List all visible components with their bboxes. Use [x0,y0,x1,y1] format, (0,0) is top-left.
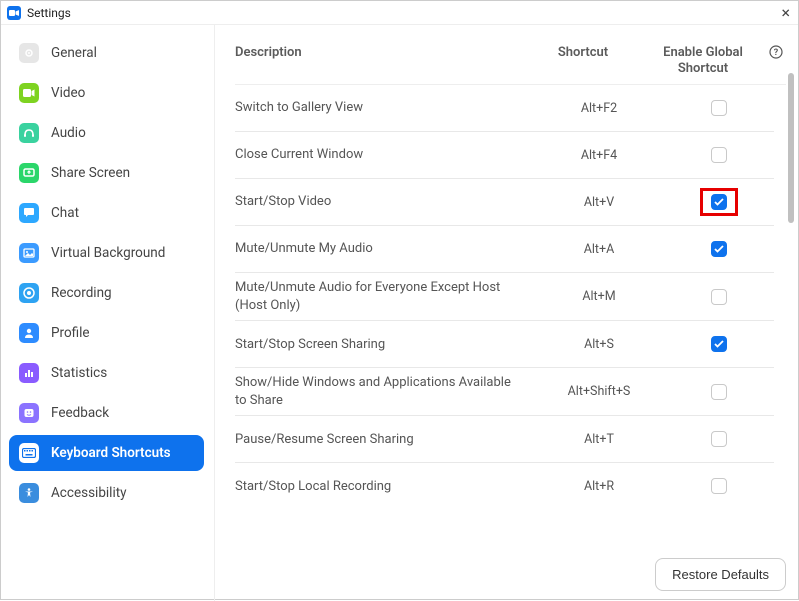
shortcut-description: Start/Stop Screen Sharing [235,336,534,354]
enable-global-checkbox[interactable] [711,241,727,257]
shortcut-description: Pause/Resume Screen Sharing [235,431,534,449]
enable-global-checkbox[interactable] [711,384,727,400]
sidebar-item-label: Chat [51,205,79,221]
footer: Restore Defaults [235,548,786,591]
sidebar-item-feedback[interactable]: Feedback [9,395,204,431]
sidebar: General Video Audio Share Screen Chat Vi… [1,25,215,601]
help-icon[interactable]: ? [766,45,786,59]
shortcut-description: Show/Hide Windows and Applications Avail… [235,374,534,409]
sidebar-item-label: Profile [51,325,90,341]
headphones-icon [19,123,39,143]
titlebar-left: Settings [7,6,71,20]
sidebar-item-label: Feedback [51,405,109,421]
sidebar-item-statistics[interactable]: Statistics [9,355,204,391]
shortcut-row: Mute/Unmute My AudioAlt+A [235,226,774,272]
sidebar-item-label: Video [51,85,85,101]
enable-cell [664,100,774,116]
enable-cell [664,431,774,447]
enable-global-checkbox[interactable] [711,100,727,116]
sidebar-item-share-screen[interactable]: Share Screen [9,155,204,191]
shortcut-key[interactable]: Alt+T [534,432,664,447]
gear-icon [19,43,39,63]
sidebar-item-label: Virtual Background [51,245,165,261]
shortcut-key[interactable]: Alt+R [534,479,664,494]
scrollbar-thumb[interactable] [788,73,794,223]
shortcut-key[interactable]: Alt+S [534,337,664,352]
sidebar-item-video[interactable]: Video [9,75,204,111]
shortcut-key[interactable]: Alt+M [534,289,664,304]
shortcut-description: Start/Stop Local Recording [235,478,534,496]
shortcut-row: Switch to Gallery ViewAlt+F2 [235,85,774,131]
sidebar-item-audio[interactable]: Audio [9,115,204,151]
sidebar-item-label: Audio [51,125,86,141]
sidebar-item-label: Statistics [51,365,107,381]
sidebar-item-label: Recording [51,285,112,301]
shortcut-row: Start/Stop VideoAlt+V [235,179,774,225]
enable-cell [664,289,774,305]
titlebar: Settings × [1,1,798,25]
enable-cell [664,478,774,494]
sidebar-item-label: Share Screen [51,165,130,181]
enable-global-checkbox[interactable] [711,478,727,494]
sidebar-item-keyboard-shortcuts[interactable]: Keyboard Shortcuts [9,435,204,471]
sidebar-item-general[interactable]: General [9,35,204,71]
enable-cell [664,241,774,257]
shortcut-key[interactable]: Alt+V [534,195,664,210]
shortcut-description: Mute/Unmute Audio for Everyone Except Ho… [235,279,534,314]
feedback-icon [19,403,39,423]
enable-global-checkbox[interactable] [711,336,727,352]
shortcut-rows: Switch to Gallery ViewAlt+F2Close Curren… [235,84,786,548]
enable-global-checkbox[interactable] [711,289,727,305]
stats-icon [19,363,39,383]
header-enable-global: Enable Global Shortcut [648,45,758,76]
shortcut-row: Show/Hide Windows and Applications Avail… [235,368,774,415]
shortcut-description: Start/Stop Video [235,193,534,211]
shortcut-key[interactable]: Alt+Shift+S [534,384,664,399]
enable-cell [664,147,774,163]
record-icon [19,283,39,303]
window-title: Settings [27,6,71,20]
enable-global-checkbox[interactable] [711,431,727,447]
keyboard-icon [19,443,39,463]
svg-text:?: ? [774,48,779,58]
header-shortcut: Shortcut [518,45,648,60]
header-description: Description [235,45,518,60]
share-screen-icon [19,163,39,183]
main-pane: Description Shortcut Enable Global Short… [215,25,798,601]
shortcut-description: Switch to Gallery View [235,99,534,117]
accessibility-icon [19,483,39,503]
sidebar-item-label: Accessibility [51,485,127,501]
content: General Video Audio Share Screen Chat Vi… [1,25,798,601]
shortcut-key[interactable]: Alt+A [534,242,664,257]
restore-defaults-button[interactable]: Restore Defaults [655,558,786,591]
enable-global-checkbox[interactable] [711,147,727,163]
sidebar-item-profile[interactable]: Profile [9,315,204,351]
sidebar-item-accessibility[interactable]: Accessibility [9,475,204,511]
video-icon [19,83,39,103]
shortcut-key[interactable]: Alt+F2 [534,101,664,116]
shortcut-description: Close Current Window [235,146,534,164]
enable-global-checkbox[interactable] [711,194,727,210]
sidebar-item-label: Keyboard Shortcuts [51,445,171,461]
enable-cell [664,384,774,400]
shortcut-description: Mute/Unmute My Audio [235,240,534,258]
sidebar-item-virtual-background[interactable]: Virtual Background [9,235,204,271]
shortcut-row: Mute/Unmute Audio for Everyone Except Ho… [235,273,774,320]
table-header: Description Shortcut Enable Global Short… [235,25,786,84]
profile-icon [19,323,39,343]
chat-icon [19,203,39,223]
shortcut-row: Close Current WindowAlt+F4 [235,132,774,178]
image-icon [19,243,39,263]
shortcut-row: Pause/Resume Screen SharingAlt+T [235,416,774,462]
shortcut-row: Start/Stop Local RecordingAlt+R [235,463,774,509]
shortcut-key[interactable]: Alt+F4 [534,148,664,163]
enable-cell [664,194,774,210]
sidebar-item-label: General [51,45,97,61]
shortcut-row: Start/Stop Screen SharingAlt+S [235,321,774,367]
sidebar-item-recording[interactable]: Recording [9,275,204,311]
sidebar-item-chat[interactable]: Chat [9,195,204,231]
enable-cell [664,336,774,352]
zoom-app-icon [7,6,21,20]
close-button[interactable]: × [781,5,790,21]
